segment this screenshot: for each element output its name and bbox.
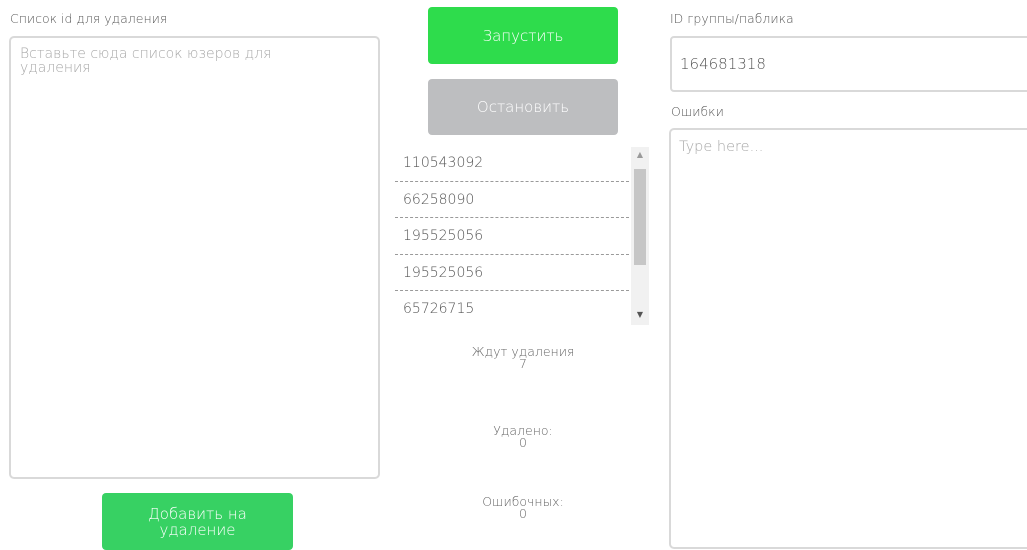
stop-button[interactable]: Остановить xyxy=(428,79,618,135)
pending-stat: Ждут удаления 7 xyxy=(440,345,606,371)
user-list-label: Список id для удаления xyxy=(10,11,168,26)
user-list-placeholder: Вставьте сюда список юзеров для удаления xyxy=(20,46,272,76)
delete-queue-items: 110543092 66258090 195525056 195525056 6… xyxy=(395,145,629,327)
scroll-thumb[interactable] xyxy=(634,169,646,265)
start-button[interactable]: Запустить xyxy=(428,7,618,64)
errors-count-value: 0 xyxy=(519,506,527,521)
queue-scrollbar[interactable]: ▲ ▼ xyxy=(631,147,649,325)
deleted-stat: Удалено: 0 xyxy=(440,424,606,450)
add-to-delete-button[interactable]: Добавить на удаление xyxy=(102,493,293,550)
list-item: 195525056 xyxy=(395,218,629,255)
list-item: 195525056 xyxy=(395,255,629,291)
delete-queue-list[interactable]: 110543092 66258090 195525056 195525056 6… xyxy=(395,145,651,327)
pending-value: 7 xyxy=(519,356,527,371)
list-item: 110543092 xyxy=(395,145,629,182)
group-id-input[interactable]: 164681318 xyxy=(670,36,1027,92)
errors-label: Ошибки xyxy=(671,104,724,119)
list-item: 66258090 xyxy=(395,182,629,218)
user-list-textarea[interactable]: Вставьте сюда список юзеров для удаления xyxy=(9,36,380,479)
scroll-down-arrow-icon[interactable]: ▼ xyxy=(631,307,649,323)
list-item: 65726715 xyxy=(403,301,475,317)
errors-stat: Ошибочных: 0 xyxy=(440,495,606,521)
errors-placeholder: Type here... xyxy=(679,139,764,155)
group-id-label: ID группы/паблика xyxy=(670,11,794,26)
errors-textarea[interactable]: Type here... xyxy=(669,128,1027,549)
deleted-value: 0 xyxy=(519,435,527,450)
scroll-up-arrow-icon[interactable]: ▲ xyxy=(631,147,649,163)
